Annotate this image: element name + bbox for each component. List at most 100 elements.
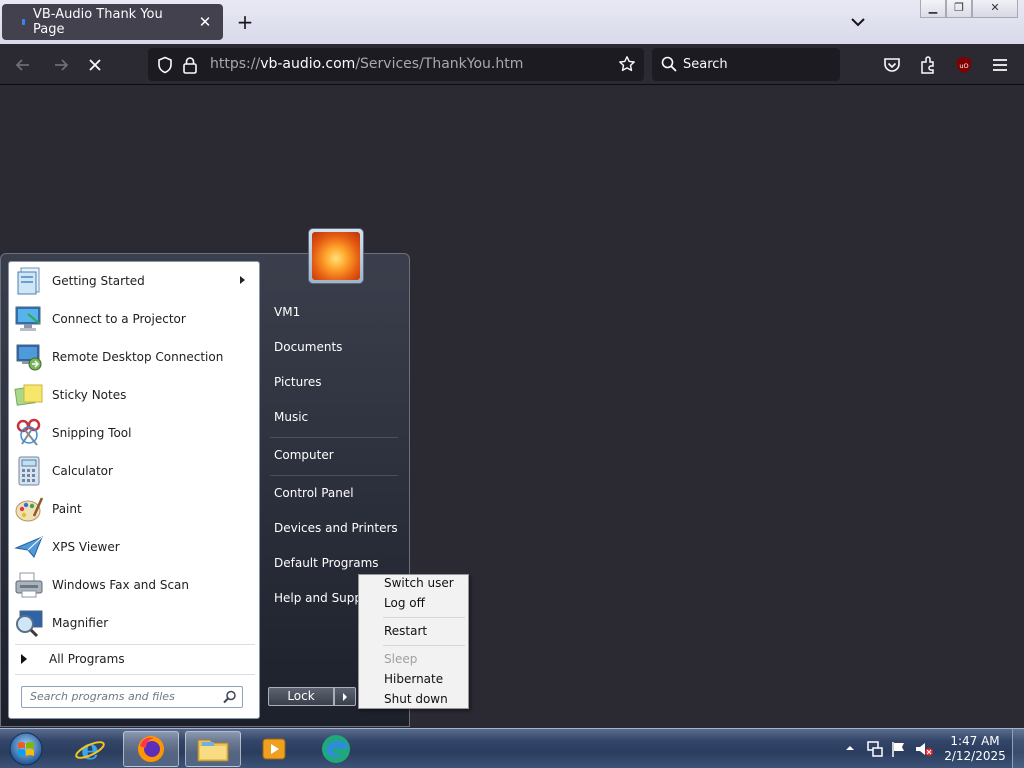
lock-icon[interactable] — [182, 56, 198, 74]
stop-loading-icon[interactable] — [82, 52, 108, 78]
link-default-programs[interactable]: Default Programs — [274, 556, 379, 570]
network-icon[interactable] — [866, 740, 884, 758]
user-avatar[interactable] — [308, 228, 364, 284]
link-pictures[interactable]: Pictures — [274, 375, 322, 389]
lock-button[interactable]: Lock — [268, 687, 334, 706]
program-windows-fax-scan[interactable]: Windows Fax and Scan — [11, 566, 257, 604]
bookmark-star-icon[interactable] — [618, 55, 636, 73]
minimize-button[interactable]: ▁ — [920, 0, 946, 18]
right-divider — [270, 437, 398, 438]
extensions-icon[interactable] — [918, 55, 938, 75]
app-menu-icon[interactable] — [990, 55, 1010, 75]
program-sticky-notes[interactable]: Sticky Notes — [11, 376, 257, 414]
tab-close-icon[interactable]: ✕ — [197, 14, 213, 30]
program-label: XPS Viewer — [52, 540, 120, 554]
taskbar-clock[interactable]: 1:47 AM 2/12/2025 — [940, 734, 1010, 764]
start-search-input[interactable]: Search programs and files — [21, 686, 243, 708]
submenu-arrow-icon — [240, 276, 245, 284]
close-window-button[interactable]: ✕ — [972, 0, 1018, 18]
url-text[interactable]: https://vb-audio.com/Services/ThankYou.h… — [210, 56, 523, 72]
browser-titlebar: VB-Audio Thank You Page ✕ + ▁ ❐ ✕ — [0, 0, 1024, 44]
search-placeholder: Search — [683, 57, 728, 72]
all-programs-label: All Programs — [49, 652, 125, 666]
browser-navbar: https://vb-audio.com/Services/ThankYou.h… — [0, 44, 1024, 85]
link-music[interactable]: Music — [274, 410, 308, 424]
program-connect-projector[interactable]: Connect to a Projector — [11, 300, 257, 338]
link-devices-printers[interactable]: Devices and Printers — [274, 521, 398, 535]
link-user-folder[interactable]: VM1 — [274, 305, 300, 319]
projector-icon — [13, 303, 45, 335]
link-control-panel[interactable]: Control Panel — [274, 486, 354, 500]
remote-desktop-icon — [13, 341, 45, 373]
clock-date: 2/12/2025 — [944, 749, 1006, 763]
fax-scan-icon — [13, 569, 45, 601]
edge-icon — [322, 735, 350, 763]
clock-time: 1:47 AM — [950, 734, 1000, 748]
search-icon[interactable] — [223, 690, 237, 704]
snipping-tool-icon — [13, 417, 45, 449]
getting-started-icon — [13, 265, 45, 297]
menu-item-hibernate[interactable]: Hibernate — [384, 672, 443, 686]
search-bar[interactable]: Search — [652, 48, 840, 81]
shutdown-options-arrow[interactable] — [334, 687, 356, 706]
program-getting-started[interactable]: Getting Started — [11, 262, 257, 300]
pocket-icon[interactable] — [882, 55, 902, 75]
program-label: Magnifier — [52, 616, 109, 630]
show-hidden-icons-icon[interactable] — [844, 742, 856, 754]
menu-item-switch-user[interactable]: Switch user — [384, 576, 454, 590]
avatar-flower-image — [312, 232, 360, 280]
svg-text:e: e — [81, 733, 99, 765]
start-programs-pane: Getting Started Connect to a Projector R… — [8, 261, 260, 719]
program-label: Getting Started — [52, 274, 145, 288]
magnifier-icon — [13, 607, 45, 639]
taskbar-media-player[interactable] — [246, 731, 302, 767]
search-divider — [15, 674, 255, 675]
internet-explorer-icon: e — [75, 733, 105, 765]
start-orb-icon[interactable] — [6, 730, 46, 768]
menu-item-shut-down[interactable]: Shut down — [384, 692, 448, 706]
ublock-origin-icon[interactable]: uO — [954, 55, 974, 75]
link-documents[interactable]: Documents — [274, 340, 342, 354]
taskbar-firefox[interactable] — [123, 731, 179, 767]
menu-separator — [383, 645, 465, 646]
calculator-icon — [13, 455, 45, 487]
browser-tab[interactable]: VB-Audio Thank You Page ✕ — [2, 4, 223, 40]
search-icon — [661, 56, 677, 72]
paint-icon — [13, 493, 45, 525]
arrow-right-icon — [343, 693, 347, 701]
program-paint[interactable]: Paint — [11, 490, 257, 528]
tab-title: VB-Audio Thank You Page — [33, 7, 163, 37]
link-computer[interactable]: Computer — [274, 448, 334, 462]
program-magnifier[interactable]: Magnifier — [11, 604, 257, 642]
shutdown-options-menu: Switch user Log off Restart Sleep Hibern… — [358, 574, 469, 709]
program-remote-desktop[interactable]: Remote Desktop Connection — [11, 338, 257, 376]
expand-arrow-icon — [21, 654, 27, 664]
taskbar-internet-explorer[interactable]: e — [62, 731, 118, 767]
program-label: Connect to a Projector — [52, 312, 186, 326]
forward-icon[interactable] — [48, 52, 74, 78]
taskbar-edge[interactable] — [308, 731, 364, 767]
program-label: Windows Fax and Scan — [52, 578, 190, 592]
program-xps-viewer[interactable]: XPS Viewer — [11, 528, 257, 566]
program-calculator[interactable]: Calculator — [11, 452, 257, 490]
folder-icon — [197, 739, 229, 762]
program-snipping-tool[interactable]: Snipping Tool — [11, 414, 257, 452]
new-tab-button[interactable]: + — [234, 12, 256, 34]
show-desktop-button[interactable] — [1012, 729, 1024, 768]
back-icon[interactable] — [10, 52, 36, 78]
restore-button[interactable]: ❐ — [946, 0, 972, 18]
tab-loading-indicator — [22, 19, 25, 25]
menu-item-restart[interactable]: Restart — [384, 624, 427, 638]
link-help-support[interactable]: Help and Suppo — [274, 591, 369, 605]
url-bar[interactable]: https://vb-audio.com/Services/ThankYou.h… — [148, 48, 644, 81]
svg-text:uO: uO — [959, 62, 968, 70]
program-label: Paint — [52, 502, 82, 516]
volume-muted-icon[interactable] — [914, 740, 934, 758]
taskbar-explorer[interactable] — [185, 731, 241, 767]
menu-item-log-off[interactable]: Log off — [384, 596, 425, 610]
all-programs-button[interactable]: All Programs — [11, 648, 257, 670]
list-all-tabs-icon[interactable] — [848, 12, 868, 32]
menu-item-sleep: Sleep — [384, 652, 418, 666]
action-center-flag-icon[interactable] — [890, 740, 908, 758]
shield-icon[interactable] — [156, 56, 174, 74]
